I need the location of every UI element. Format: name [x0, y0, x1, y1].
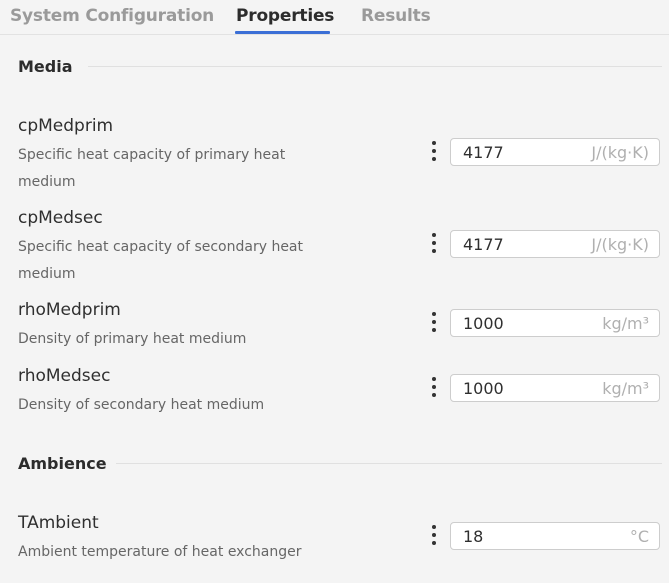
more-vertical-icon[interactable] — [429, 232, 439, 254]
param-description: Specific heat capacity of primary heat m… — [18, 147, 286, 190]
section-divider-media — [88, 66, 662, 67]
section-header-media: Media — [18, 56, 73, 76]
more-vertical-icon[interactable] — [429, 140, 439, 162]
active-tab-indicator — [235, 31, 330, 34]
input-value: 1000 — [463, 314, 504, 333]
tambient-input[interactable]: 18 °C — [450, 522, 660, 550]
tab-results[interactable]: Results — [361, 6, 431, 26]
section-title-ambience: Ambience — [18, 453, 107, 473]
more-vertical-icon[interactable] — [429, 524, 439, 546]
input-value: 1000 — [463, 379, 504, 398]
section-header-ambience: Ambience — [18, 453, 107, 473]
input-unit: J/(kg·K) — [591, 235, 649, 254]
rhomedprim-input[interactable]: 1000 kg/m³ — [450, 309, 660, 337]
input-value: 4177 — [463, 235, 504, 254]
tab-bar: System Configuration Properties Results — [0, 0, 669, 35]
input-unit: °C — [629, 527, 649, 546]
more-vertical-icon[interactable] — [429, 376, 439, 398]
input-unit: kg/m³ — [602, 379, 649, 398]
tab-system-configuration[interactable]: System Configuration — [10, 6, 214, 26]
section-title-media: Media — [18, 56, 73, 76]
param-description: Density of primary heat medium — [18, 331, 247, 347]
cpmedsec-input[interactable]: 4177 J/(kg·K) — [450, 230, 660, 258]
input-value: 18 — [463, 527, 484, 546]
param-name: TAmbient — [18, 513, 99, 533]
input-unit: J/(kg·K) — [591, 143, 649, 162]
param-name: rhoMedsec — [18, 366, 111, 386]
param-description: Density of secondary heat medium — [18, 397, 265, 413]
cpmedprim-input[interactable]: 4177 J/(kg·K) — [450, 138, 660, 166]
section-divider-ambience — [116, 463, 662, 464]
param-description: Specific heat capacity of secondary heat… — [18, 239, 303, 282]
more-vertical-icon[interactable] — [429, 311, 439, 333]
tab-properties[interactable]: Properties — [236, 6, 334, 26]
input-unit: kg/m³ — [602, 314, 649, 333]
param-name: cpMedsec — [18, 208, 103, 228]
rhomedsec-input[interactable]: 1000 kg/m³ — [450, 374, 660, 402]
param-name: cpMedprim — [18, 116, 114, 136]
param-rhomedsec: rhoMedsec Density of secondary heat medi… — [18, 366, 338, 419]
param-description: Ambient temperature of heat exchanger — [18, 544, 302, 560]
param-rhomedprim: rhoMedprim Density of primary heat mediu… — [18, 300, 338, 353]
param-cpmedprim: cpMedprim Specific heat capacity of prim… — [18, 116, 338, 196]
input-value: 4177 — [463, 143, 504, 162]
param-cpmedsec: cpMedsec Specific heat capacity of secon… — [18, 208, 338, 288]
param-tambient: TAmbient Ambient temperature of heat exc… — [18, 513, 338, 566]
param-name: rhoMedprim — [18, 300, 121, 320]
